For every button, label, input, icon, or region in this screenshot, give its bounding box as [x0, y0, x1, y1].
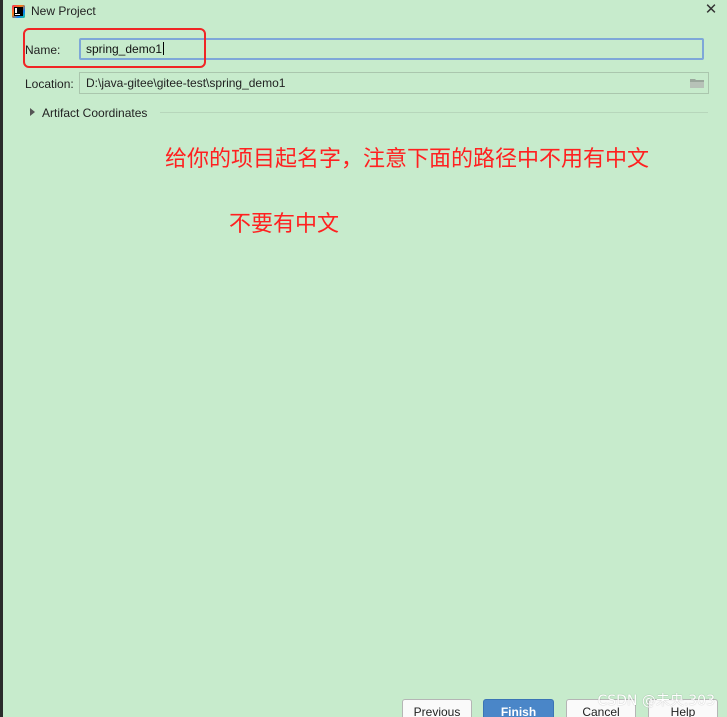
location-label: Location:	[25, 77, 74, 91]
intellij-idea-icon	[12, 5, 25, 18]
title-bar: New Project ✕	[3, 0, 727, 24]
window-title: New Project	[31, 4, 96, 18]
location-input-value: D:\java-gitee\gitee-test\spring_demo1	[86, 76, 286, 90]
location-input[interactable]: D:\java-gitee\gitee-test\spring_demo1	[79, 72, 709, 94]
new-project-dialog: New Project ✕ Name: spring_demo1 Locatio…	[0, 0, 727, 717]
annotation-highlight-box	[23, 28, 206, 68]
annotation-note: 不要有中文	[229, 212, 340, 237]
section-divider	[160, 112, 708, 113]
watermark: CSDN @未央.303	[597, 693, 715, 709]
previous-button-label: Previous	[413, 705, 461, 717]
chevron-right-icon	[30, 108, 35, 116]
annotation-note: 给你的项目起名字，注意下面的路径中不用有中文	[165, 147, 650, 172]
window-edge	[0, 0, 3, 717]
close-icon[interactable]: ✕	[703, 2, 719, 18]
finish-button[interactable]: Finish	[483, 699, 554, 717]
artifact-coordinates-label: Artifact Coordinates	[42, 106, 148, 120]
folder-icon[interactable]	[690, 78, 704, 88]
previous-button[interactable]: Previous	[402, 699, 472, 717]
